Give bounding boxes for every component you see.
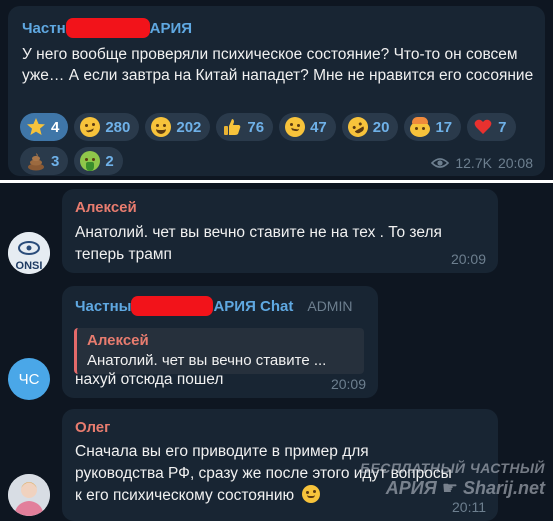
reaction-grinning[interactable]: 202 <box>145 113 211 141</box>
reaction-exploding-head[interactable]: 17 <box>404 113 462 141</box>
post-text: У него вообще проверяли психическое сост… <box>22 46 534 84</box>
thumbs-up-icon <box>222 117 242 137</box>
avatar-chat[interactable]: ЧС <box>8 358 50 400</box>
pointing-hand-icon: ☛ <box>441 478 458 498</box>
grinning-face-icon <box>151 117 172 137</box>
reply-quote[interactable]: Алексей Анатолий. чет вы вечно ставите .… <box>74 328 364 374</box>
onsi-logo-icon: ONSI <box>8 232 50 274</box>
message-author[interactable]: Частны АРИЯ Chat ADMIN <box>75 296 352 316</box>
reply-text: Анатолий. чет вы вечно ставите ... <box>87 352 327 369</box>
reaction-thinking[interactable]: 47 <box>279 113 336 141</box>
avatar-oleg[interactable] <box>8 474 50 516</box>
admin-badge: ADMIN <box>307 298 353 314</box>
thinking-face-icon <box>285 117 306 137</box>
red-heart-icon <box>473 117 493 137</box>
reaction-woozy[interactable]: 280 <box>74 113 140 141</box>
reaction-heart[interactable]: 7 <box>467 113 516 141</box>
poop-icon <box>26 151 46 171</box>
channel-post: Частн АРИЯ У него вообще проверяли психич… <box>8 6 545 176</box>
avatar-aleksey[interactable]: ONSI <box>8 232 50 274</box>
post-meta: 12.7K 20:08 <box>431 155 533 171</box>
reaction-rofl[interactable]: 20 <box>341 113 399 141</box>
woozy-face-icon <box>80 117 101 137</box>
post-author[interactable]: Частн АРИЯ <box>22 18 192 38</box>
reaction-vomiting[interactable]: 2 <box>74 147 123 175</box>
exploding-head-icon <box>410 117 431 137</box>
views-eye-icon <box>431 158 450 168</box>
redaction-bar <box>65 18 150 38</box>
reply-author: Алексей <box>87 332 149 349</box>
vomiting-face-icon <box>80 151 101 171</box>
reaction-poop[interactable]: 3 <box>20 147 69 175</box>
message-text: Анатолий. чет вы вечно ставите не на тех… <box>75 224 442 263</box>
redaction-bar <box>131 296 214 316</box>
post-time: 20:08 <box>497 155 533 171</box>
avatar-text: ONSI <box>16 260 43 272</box>
reaction-thumbs-up[interactable]: 76 <box>216 113 274 141</box>
woozy-face-icon <box>302 485 321 503</box>
message-bubble-aleksey: Алексей Анатолий. чет вы вечно ставите н… <box>62 189 498 273</box>
message-time: 20:09 <box>330 376 366 392</box>
message-bubble-admin: Частны АРИЯ Chat ADMIN Алексей Анатолий. … <box>62 286 378 398</box>
rofl-face-icon <box>344 113 372 141</box>
screenshot-divider <box>0 180 553 183</box>
avatar-initials: ЧС <box>18 370 40 388</box>
message-author[interactable]: Олег <box>75 419 110 436</box>
views-count: 12.7K <box>455 155 492 171</box>
user-photo-icon <box>8 474 50 516</box>
watermark: БЕСПЛАТНЫЙ ЧАСТНЫЙ АРИЯ ☛ Sharij.net <box>360 460 545 498</box>
reaction-star[interactable]: 4 <box>20 113 69 141</box>
message-time: 20:11 <box>452 499 486 515</box>
message-text: нахуй отсюда пошел <box>75 371 224 388</box>
star-icon <box>26 117 46 137</box>
message-author[interactable]: Алексей <box>75 199 137 216</box>
message-time: 20:09 <box>450 251 486 267</box>
